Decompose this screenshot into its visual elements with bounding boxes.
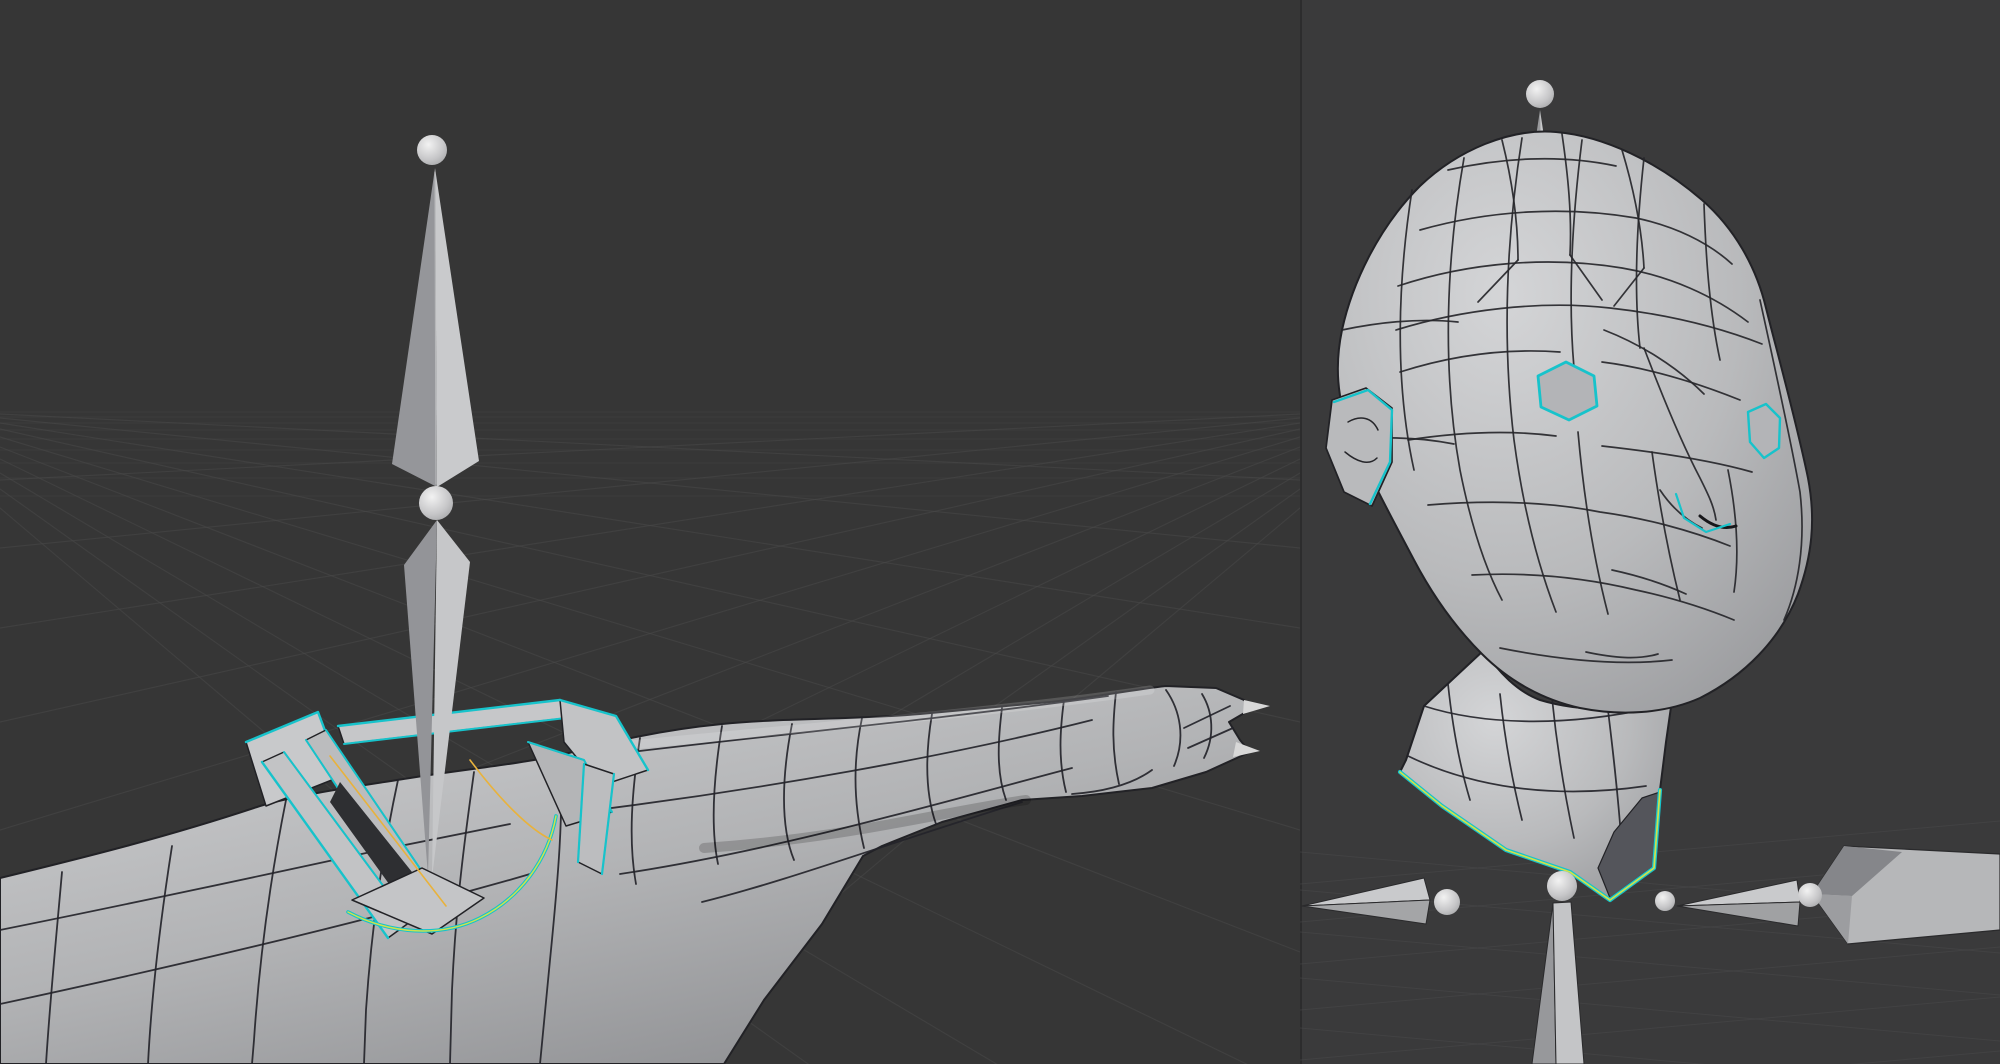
bone-joint-sphere[interactable]	[1434, 889, 1460, 915]
bone-joint-sphere[interactable]	[1655, 891, 1675, 911]
bone-joint-sphere[interactable]	[1798, 883, 1822, 907]
viewport-split-stage	[0, 0, 2000, 1064]
bone-joint-sphere[interactable]	[1547, 871, 1577, 901]
3d-viewport-scene[interactable]	[0, 0, 2000, 1064]
viewport-pane-head[interactable]	[1300, 0, 2000, 1064]
bone-joint-sphere[interactable]	[1526, 80, 1554, 108]
bone-joint-sphere[interactable]	[417, 135, 447, 165]
bone-joint-sphere[interactable]	[419, 486, 453, 520]
viewport-pane-shoulder[interactable]	[0, 0, 1300, 1064]
